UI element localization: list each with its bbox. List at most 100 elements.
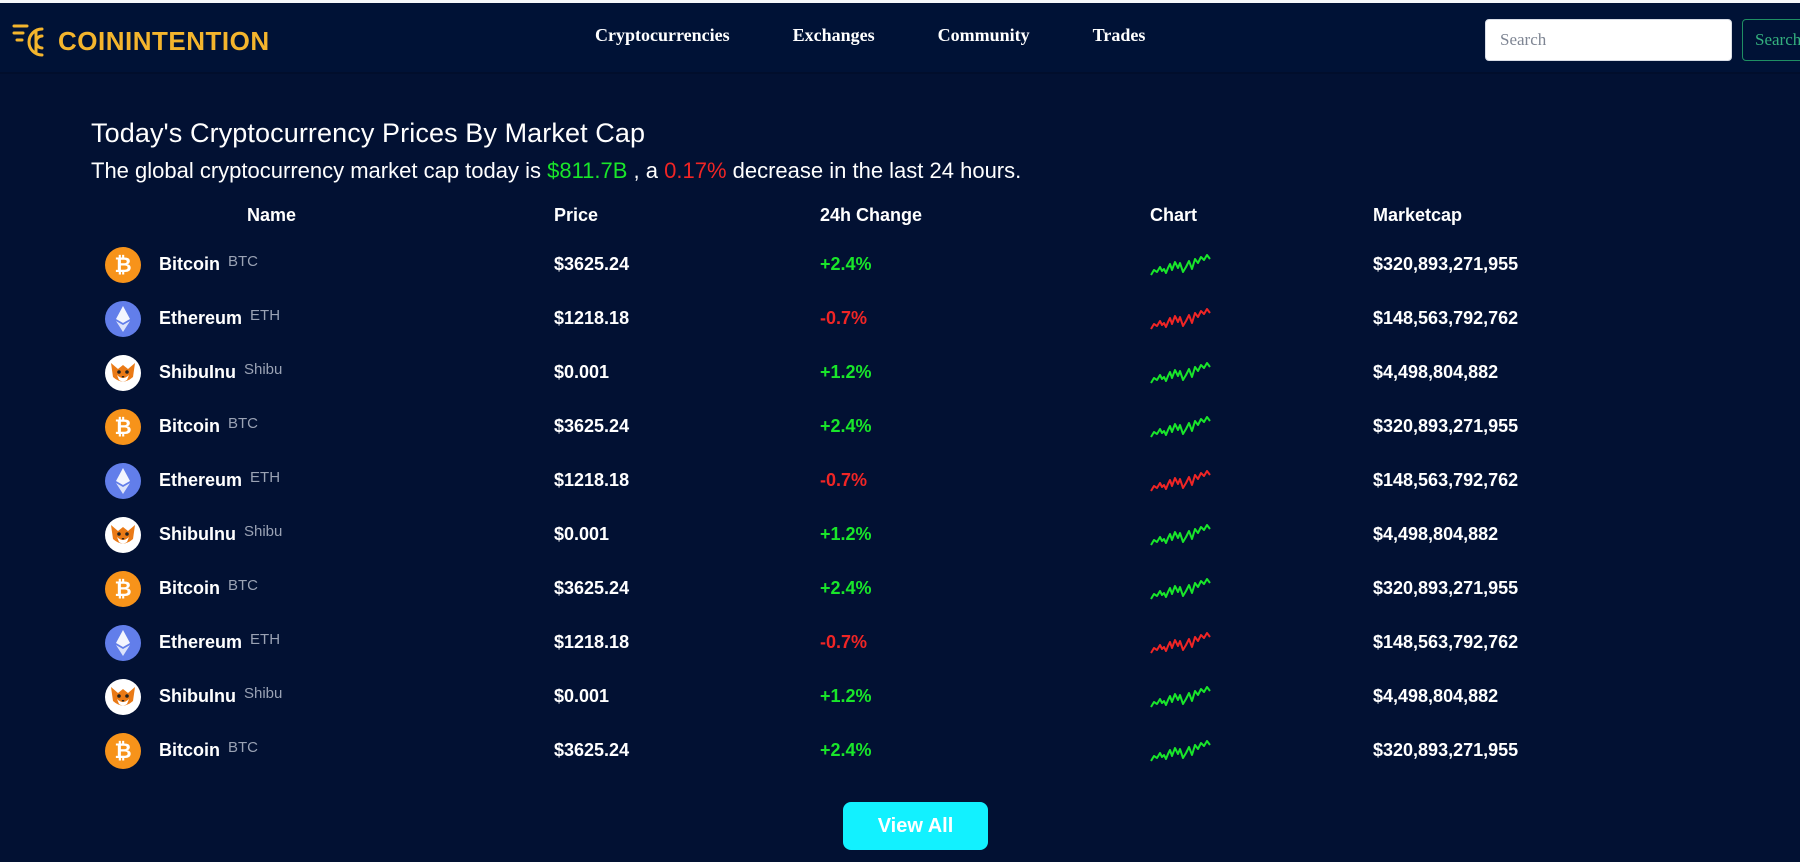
price-sparkline	[1150, 686, 1211, 708]
coin-name[interactable]: Bitcoin BTC	[159, 415, 258, 437]
column-marketcap: Marketcap	[1373, 205, 1463, 225]
market-change-value: 0.17%	[664, 158, 727, 183]
coin-name[interactable]: Bitcoin BTC	[159, 577, 258, 599]
svg-text:₿: ₿	[114, 253, 131, 277]
market-summary-prefix: The global cryptocurrency market cap tod…	[91, 158, 548, 183]
brand-name: COININTENTION	[58, 26, 270, 56]
market-summary-middle: , a	[627, 158, 665, 183]
coin-name[interactable]: Ethereum ETH	[159, 307, 280, 329]
column-24h-change: 24h Change	[820, 205, 923, 225]
price-sparkline	[1150, 524, 1211, 546]
coin-name[interactable]: Bitcoin BTC	[159, 739, 258, 761]
market-summary: The global cryptocurrency market cap tod…	[91, 155, 1021, 187]
price-sparkline	[1150, 254, 1211, 276]
table-row[interactable]: ₿ Bitcoin BTC $3625.24 +2.4% $320,893,271,955	[0, 399, 1800, 453]
coin-marketcap: $148,563,792,762	[1373, 470, 1519, 490]
bitcoin-icon: ₿	[105, 247, 141, 283]
coin-24h-change: +1.2%	[820, 524, 872, 544]
svg-text:₿: ₿	[114, 577, 131, 601]
coin-name-label: Ethereum	[159, 632, 243, 652]
table-row[interactable]: ShibuInu Shibu $0.001 +1.2% $4,498,804,882	[0, 507, 1800, 561]
coin-marketcap: $320,893,271,955	[1373, 254, 1519, 274]
coin-name-label: Bitcoin	[159, 254, 220, 274]
search-button[interactable]: Search	[1742, 19, 1800, 61]
coin-marketcap: $320,893,271,955	[1373, 578, 1519, 598]
nav-link-trades[interactable]: Trades	[1093, 25, 1146, 46]
coin-symbol: Shibu	[243, 361, 283, 378]
shiba-icon	[105, 355, 141, 391]
coin-price: $1218.18	[554, 308, 630, 328]
coin-name[interactable]: Ethereum ETH	[159, 631, 281, 653]
coin-symbol: BTC	[228, 577, 258, 594]
sparkline-line	[1150, 632, 1211, 654]
nav-link-community[interactable]: Community	[938, 25, 1030, 46]
price-sparkline	[1150, 308, 1211, 330]
view-all-button[interactable]: View All	[843, 802, 988, 850]
nav-link-exchanges[interactable]: Exchanges	[793, 25, 875, 46]
table-row[interactable]: ₿ Bitcoin BTC $3625.24 +2.4% $320,893,271,955	[0, 237, 1800, 291]
coin-marketcap: $148,563,792,762	[1373, 632, 1519, 652]
coin-name-label: Ethereum	[159, 308, 243, 328]
coin-marketcap: $4,498,804,882	[1373, 362, 1499, 382]
coin-symbol: BTC	[228, 739, 258, 756]
coin-name[interactable]: ShibuInu Shibu	[159, 361, 283, 383]
coin-24h-change: -0.7%	[820, 470, 868, 490]
coin-name[interactable]: ShibuInu Shibu	[159, 685, 282, 707]
table-row[interactable]: ShibuInu Shibu $0.001 +1.2% $4,498,804,882	[0, 345, 1800, 399]
coin-marketcap: $4,498,804,882	[1373, 524, 1499, 544]
coin-name-label: ShibuInu	[159, 686, 236, 706]
brand-logo[interactable]: COININTENTION	[12, 21, 270, 61]
price-sparkline	[1150, 362, 1211, 384]
coin-name[interactable]: Ethereum ETH	[159, 469, 281, 491]
coin-marketcap: $320,893,271,955	[1373, 740, 1519, 760]
search-input[interactable]	[1485, 19, 1732, 61]
coin-price: $0.001	[554, 524, 610, 544]
coin-name-label: ShibuInu	[159, 362, 236, 382]
column-price: Price	[554, 205, 599, 225]
table-row[interactable]: Ethereum ETH $1218.18 -0.7% $148,563,792,762	[0, 453, 1800, 507]
coin-24h-change: +1.2%	[820, 362, 872, 382]
price-sparkline	[1150, 578, 1211, 600]
table-row[interactable]: ShibuInu Shibu $0.001 +1.2% $4,498,804,882	[0, 669, 1800, 723]
coin-name[interactable]: Bitcoin BTC	[159, 253, 258, 275]
coin-24h-change: -0.7%	[820, 632, 868, 652]
coin-24h-change: +2.4%	[820, 578, 872, 598]
coin-symbol: ETH	[250, 469, 281, 486]
sparkline-line	[1150, 578, 1211, 600]
coin-name-label: ShibuInu	[159, 524, 236, 544]
coin-logo-icon	[12, 24, 44, 57]
coin-price: $3625.24	[554, 416, 630, 436]
coin-name-label: Bitcoin	[159, 578, 220, 598]
coin-symbol: ETH	[250, 631, 281, 648]
table-row[interactable]: Ethereum ETH $1218.18 -0.7% $148,563,792,762	[0, 291, 1800, 345]
svg-text:₿: ₿	[114, 415, 131, 439]
coin-name[interactable]: ShibuInu Shibu	[159, 523, 283, 545]
coin-price: $0.001	[554, 686, 610, 706]
nav-link-cryptocurrencies[interactable]: Cryptocurrencies	[595, 25, 730, 46]
market-cap-value: $811.7B	[547, 158, 628, 183]
coin-marketcap: $148,563,792,762	[1373, 308, 1519, 328]
sparkline-line	[1150, 686, 1211, 708]
coin-price: $3625.24	[554, 254, 630, 274]
column-name: Name	[247, 205, 297, 225]
coin-24h-change: +2.4%	[820, 254, 872, 274]
price-sparkline	[1150, 740, 1211, 762]
price-sparkline	[1150, 470, 1211, 492]
coin-marketcap: $320,893,271,955	[1373, 416, 1519, 436]
coin-marketcap: $4,498,804,882	[1373, 686, 1499, 706]
sparkline-line	[1150, 524, 1211, 546]
coin-price: $1218.18	[554, 632, 630, 652]
ethereum-icon	[105, 625, 141, 661]
table-header: Name Price 24h Change Chart Marketcap	[0, 200, 1800, 230]
coin-name-label: Bitcoin	[159, 416, 220, 436]
coin-symbol: BTC	[228, 415, 258, 432]
column-chart: Chart	[1150, 205, 1198, 225]
bitcoin-icon: ₿	[105, 733, 141, 769]
shiba-icon	[105, 517, 141, 553]
market-summary-suffix: decrease in the last 24 hours.	[726, 158, 1022, 183]
table-row[interactable]: ₿ Bitcoin BTC $3625.24 +2.4% $320,893,271,955	[0, 561, 1800, 615]
coin-symbol: Shibu	[243, 523, 283, 540]
sparkline-line	[1150, 470, 1211, 492]
table-row[interactable]: ₿ Bitcoin BTC $3625.24 +2.4% $320,893,271,955	[0, 723, 1800, 777]
table-row[interactable]: Ethereum ETH $1218.18 -0.7% $148,563,792,762	[0, 615, 1800, 669]
